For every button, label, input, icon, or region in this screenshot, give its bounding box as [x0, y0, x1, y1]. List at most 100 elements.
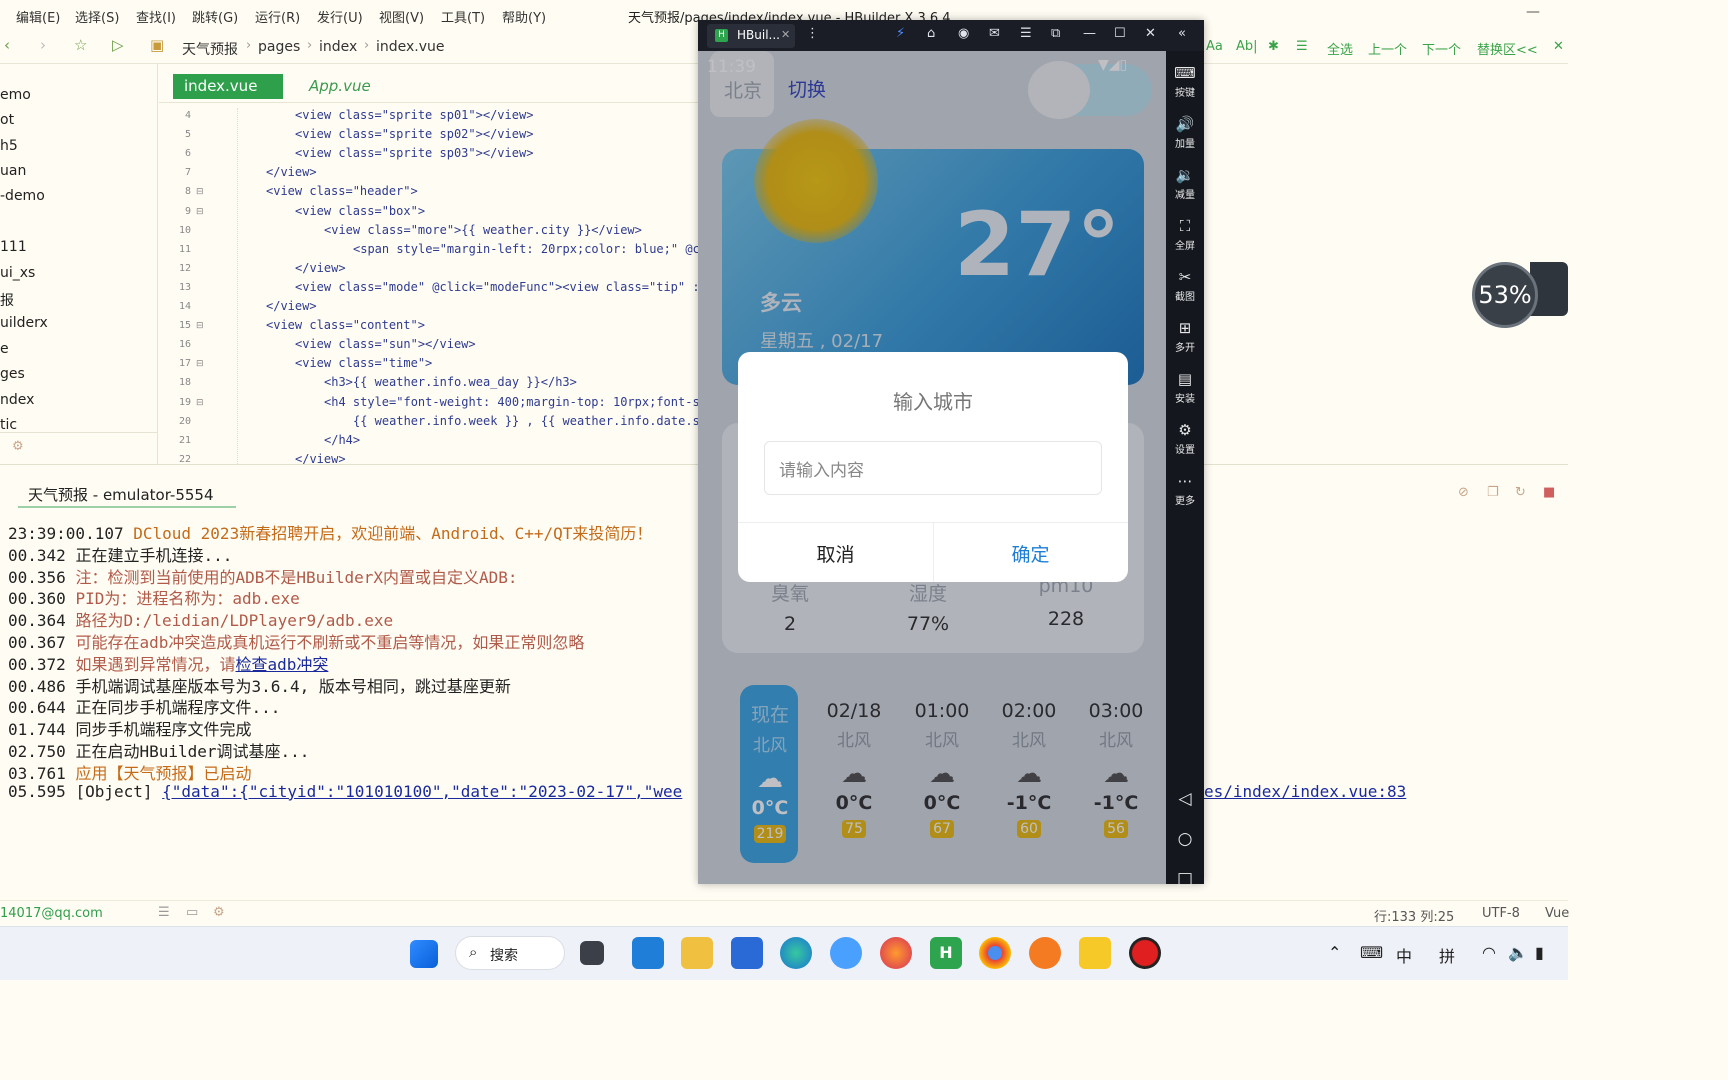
- star-icon[interactable]: ☆: [74, 36, 87, 54]
- ime-mode[interactable]: 中: [1396, 943, 1412, 967]
- console-source-link[interactable]: es/index/index.vue:83: [1204, 782, 1406, 801]
- list-icon[interactable]: ☰: [1296, 39, 1308, 54]
- restore-icon[interactable]: ⧉: [1051, 26, 1060, 41]
- sidebar-button-0[interactable]: ⌨ 按键: [1166, 64, 1204, 99]
- tree-item[interactable]: 111: [0, 239, 27, 255]
- find-next-button[interactable]: 下一个: [1422, 39, 1461, 58]
- tree-item[interactable]: e: [0, 341, 9, 357]
- account-email[interactable]: 14017@qq.com: [0, 906, 103, 921]
- run-icon[interactable]: ▷: [112, 36, 124, 54]
- cursor-position[interactable]: 行:133 列:25: [1374, 906, 1454, 925]
- fold-icon[interactable]: ⊟: [196, 187, 204, 197]
- code-line[interactable]: <view class="header">: [266, 184, 418, 198]
- code-line[interactable]: <view class="more">{{ weather.city }}</v…: [324, 223, 642, 237]
- whole-word-button[interactable]: Ab|: [1236, 39, 1258, 54]
- match-case-button[interactable]: Aa: [1206, 39, 1223, 54]
- tree-item[interactable]: uilderx: [0, 315, 48, 331]
- cancel-button[interactable]: 取消: [738, 540, 933, 567]
- language-mode[interactable]: Vue: [1545, 906, 1569, 921]
- tree-item[interactable]: ot: [0, 112, 14, 128]
- confirm-button[interactable]: 确定: [933, 540, 1128, 567]
- console-link[interactable]: {"data":{"cityid":"101010100","date":"20…: [162, 782, 682, 801]
- hbuilder-icon[interactable]: H: [930, 937, 962, 969]
- chrome-icon[interactable]: [979, 937, 1011, 969]
- collapse-sidebar-icon[interactable]: «: [1178, 26, 1186, 41]
- back-icon[interactable]: ‹: [4, 36, 10, 54]
- boost-icon[interactable]: ⚡: [896, 26, 905, 41]
- mail-app-icon[interactable]: [632, 937, 664, 969]
- list-icon[interactable]: ☰: [158, 905, 170, 920]
- code-line[interactable]: </view>: [266, 299, 317, 313]
- menu-tools[interactable]: 工具(T): [441, 7, 485, 26]
- edge-browser-icon[interactable]: [780, 937, 812, 969]
- tree-item[interactable]: ges: [0, 366, 25, 382]
- code-line[interactable]: <view class="sprite sp03"></view>: [295, 146, 533, 160]
- file-explorer-icon[interactable]: [681, 937, 713, 969]
- select-all-button[interactable]: 全选: [1327, 39, 1353, 58]
- code-line[interactable]: </h4>: [324, 433, 360, 447]
- close-icon[interactable]: ✕: [1553, 39, 1564, 54]
- keyboard-icon[interactable]: ⌨: [1360, 943, 1383, 962]
- menu-select[interactable]: 选择(S): [75, 7, 119, 26]
- wifi-icon[interactable]: ◠: [1482, 943, 1496, 962]
- store-icon[interactable]: [731, 937, 763, 969]
- menu-goto[interactable]: 跳转(G): [192, 7, 238, 26]
- stop-icon[interactable]: ■: [1543, 485, 1555, 500]
- city-input[interactable]: 请输入内容: [764, 441, 1102, 495]
- home-nav-icon[interactable]: ○: [1166, 829, 1204, 849]
- encoding[interactable]: UTF-8: [1482, 906, 1520, 921]
- fold-icon[interactable]: ⊟: [196, 398, 204, 408]
- regex-icon[interactable]: ✱: [1268, 39, 1279, 54]
- menu-publish[interactable]: 发行(U): [317, 7, 363, 26]
- fold-icon[interactable]: ⊟: [196, 321, 204, 331]
- tab-close-icon[interactable]: ✕: [781, 28, 790, 41]
- pen-app-icon[interactable]: [1029, 937, 1061, 969]
- console-link[interactable]: 检查adb冲突: [235, 655, 328, 674]
- refresh-icon[interactable]: ↻: [1515, 485, 1526, 500]
- tree-item[interactable]: tic: [0, 417, 17, 433]
- more-vert-icon[interactable]: ⋮: [806, 26, 819, 41]
- tab-index-vue[interactable]: index.vue: [173, 74, 283, 99]
- sidebar-button-5[interactable]: ⊞ 多开: [1166, 319, 1204, 354]
- code-line[interactable]: </view>: [266, 165, 317, 179]
- menu-edit[interactable]: 编辑(E): [16, 7, 60, 26]
- breadcrumb-index[interactable]: index: [319, 39, 357, 55]
- code-line[interactable]: <view class="content">: [266, 318, 425, 332]
- sidebar-button-6[interactable]: ▤ 安装: [1166, 370, 1204, 405]
- settings-icon[interactable]: ⚙: [12, 439, 24, 454]
- code-line[interactable]: <span style="margin-left: 20rpx;color: b…: [353, 242, 698, 256]
- find-prev-button[interactable]: 上一个: [1368, 39, 1407, 58]
- terminal-icon[interactable]: ▭: [186, 905, 198, 920]
- sidebar-button-8[interactable]: ⋯ 更多: [1166, 472, 1204, 507]
- chat-app-icon[interactable]: [830, 937, 862, 969]
- clear-icon[interactable]: ⊘: [1458, 485, 1469, 500]
- code-line[interactable]: <view class="box">: [295, 204, 425, 218]
- sidebar-button-4[interactable]: ✂ 截图: [1166, 268, 1204, 303]
- menu-help[interactable]: 帮助(Y): [502, 7, 546, 26]
- breadcrumb-project[interactable]: 天气预报: [182, 39, 238, 59]
- code-line[interactable]: <view class="time">: [295, 356, 432, 370]
- forward-icon[interactable]: ›: [40, 36, 46, 54]
- sidebar-button-3[interactable]: ⛶ 全屏: [1166, 217, 1204, 252]
- code-line[interactable]: <view class="sprite sp02"></view>: [295, 127, 533, 141]
- tab-app-vue[interactable]: App.vue: [309, 77, 371, 95]
- copy-icon[interactable]: ❐: [1487, 485, 1499, 500]
- ldplayer-icon[interactable]: [1079, 937, 1111, 969]
- menu-view[interactable]: 视图(V): [379, 7, 424, 26]
- emulator-tab[interactable]: H HBuil... ✕: [707, 24, 795, 48]
- code-line[interactable]: </view>: [295, 261, 346, 275]
- tree-item[interactable]: -demo: [0, 188, 45, 204]
- console-tab[interactable]: 天气预报 - emulator-5554: [28, 484, 214, 505]
- menu-run[interactable]: 运行(R): [255, 7, 300, 26]
- recents-nav-icon[interactable]: □: [1166, 869, 1204, 889]
- tree-item[interactable]: ui_xs: [0, 265, 35, 281]
- minimize-icon[interactable]: —: [1526, 4, 1540, 20]
- battery-icon[interactable]: ▮: [1535, 943, 1544, 962]
- code-line[interactable]: <h4 style="font-weight: 400;margin-top: …: [324, 395, 698, 409]
- volume-icon[interactable]: 🔈: [1508, 943, 1528, 962]
- fold-icon[interactable]: ⊟: [196, 207, 204, 217]
- performance-meter[interactable]: 53%: [1472, 262, 1538, 328]
- breadcrumb-file[interactable]: index.vue: [376, 39, 445, 55]
- code-line[interactable]: <view class="sprite sp01"></view>: [295, 108, 533, 122]
- sidebar-button-7[interactable]: ⚙ 设置: [1166, 421, 1204, 456]
